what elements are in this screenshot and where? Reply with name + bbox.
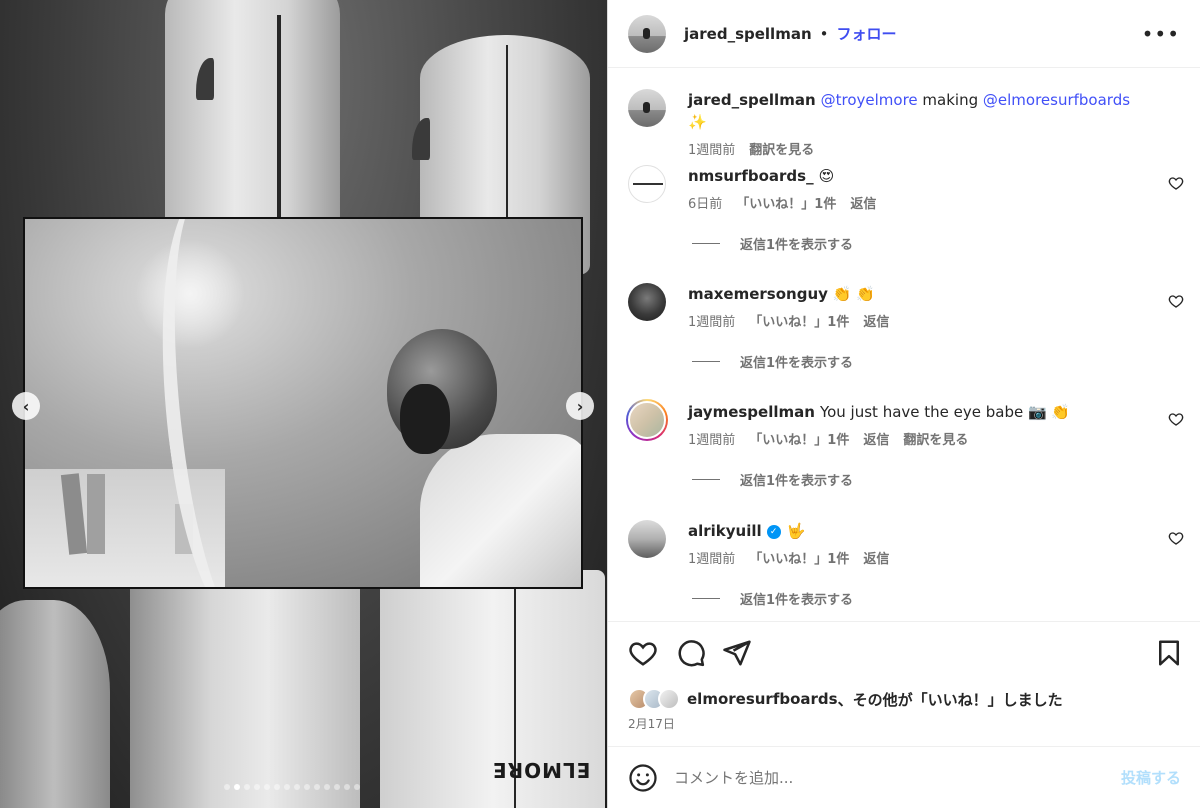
comment-like-heart-icon[interactable] — [1168, 175, 1184, 191]
post-header: jared_spellman • フォロー ••• — [608, 0, 1200, 68]
reply-link[interactable]: 返信 — [850, 193, 876, 212]
view-replies-label: 返信1件を表示する — [740, 238, 854, 253]
view-replies-label: 返信1件を表示する — [740, 356, 854, 371]
previous-photo-button[interactable]: ‹ — [12, 392, 40, 420]
divider — [692, 598, 720, 599]
carousel-dot — [224, 784, 230, 790]
carousel-dot — [304, 784, 310, 790]
timestamp[interactable]: 1週間前 — [688, 311, 735, 330]
carousel-dot — [264, 784, 270, 790]
separator: • — [819, 24, 829, 43]
caption-username[interactable]: jared_spellman — [688, 91, 816, 109]
carousel-dot — [284, 784, 290, 790]
view-replies-button[interactable]: 返信1件を表示する — [688, 589, 1148, 608]
timestamp[interactable]: 6日前 — [688, 193, 722, 212]
post-panel: jared_spellman • フォロー ••• jared_spellman… — [607, 0, 1200, 808]
bookmark-icon[interactable] — [1154, 638, 1184, 668]
comment-like-heart-icon[interactable] — [1168, 411, 1184, 427]
share-icon[interactable] — [722, 638, 752, 668]
author-avatar[interactable] — [628, 14, 666, 53]
commenter-avatar[interactable] — [626, 399, 668, 441]
author-avatar[interactable] — [628, 89, 666, 127]
chevron-left-icon: ‹ — [22, 396, 30, 416]
comment-text: 😍 — [818, 167, 835, 185]
more-options-icon[interactable]: ••• — [1142, 22, 1180, 46]
comment-like-heart-icon[interactable] — [1168, 530, 1184, 546]
mention-link[interactable]: @elmoresurfboards — [983, 91, 1130, 109]
carousel-dot — [314, 784, 320, 790]
comments-list: jared_spellman @troyelmore making @elmore… — [608, 69, 1200, 621]
view-replies-label: 返信1件を表示する — [740, 474, 854, 489]
mention-link[interactable]: @troyelmore — [821, 91, 918, 109]
carousel-dot — [324, 784, 330, 790]
carousel-dot — [334, 784, 340, 790]
story-ring — [626, 399, 668, 441]
comment-username[interactable]: jaymespellman — [688, 403, 815, 421]
surfboard-image — [130, 560, 360, 808]
timestamp[interactable]: 1週間前 — [688, 548, 735, 567]
avatar — [658, 688, 680, 710]
post-date[interactable]: 2月17日 — [628, 715, 675, 732]
comment-text: 👏 👏 — [832, 285, 876, 303]
comment-like-heart-icon[interactable] — [1168, 293, 1184, 309]
sparkles-emoji: ✨ — [688, 113, 707, 131]
like-count[interactable]: 「いいね！」1件 — [749, 311, 849, 330]
add-comment-bar: 投稿する — [608, 746, 1200, 808]
comment-input[interactable] — [674, 768, 1121, 787]
like-count[interactable]: 「いいね！」1件 — [736, 193, 836, 212]
comment-username[interactable]: alrikyuill — [688, 522, 762, 540]
carousel-dot — [234, 784, 240, 790]
reply-link[interactable]: 返信 — [863, 311, 889, 330]
comment-icon[interactable] — [676, 638, 706, 668]
chevron-right-icon: › — [576, 396, 584, 416]
follow-button[interactable]: フォロー — [836, 23, 896, 44]
inset-photo — [23, 217, 583, 589]
liker-username[interactable]: elmoresurfboards — [687, 690, 838, 708]
timestamp[interactable]: 1週間前 — [688, 139, 735, 158]
carousel-dot — [244, 784, 250, 790]
divider — [692, 479, 720, 480]
likes-summary[interactable]: elmoresurfboards 、その他が「いいね！」しました — [628, 688, 1063, 710]
commenter-avatar[interactable] — [628, 520, 666, 558]
reply-link[interactable]: 返信 — [863, 548, 889, 567]
divider — [692, 243, 720, 244]
surfboard-image — [0, 600, 110, 808]
emoji-icon[interactable] — [628, 763, 658, 793]
reply-link[interactable]: 返信 — [863, 429, 889, 448]
comment-username[interactable]: maxemersonguy — [688, 285, 828, 303]
carousel-indicator — [224, 784, 360, 790]
author-username[interactable]: jared_spellman — [684, 25, 812, 43]
likes-text: 、その他が「いいね！」しました — [837, 690, 1063, 709]
view-replies-button[interactable]: 返信1件を表示する — [688, 470, 1148, 489]
caption-text: making — [917, 91, 983, 109]
divider — [692, 361, 720, 362]
like-count[interactable]: 「いいね！」1件 — [749, 548, 849, 567]
post-media: ‹ › ELMORE — [0, 0, 607, 808]
carousel-dot — [354, 784, 360, 790]
view-replies-button[interactable]: 返信1件を表示する — [688, 234, 1148, 253]
carousel-dot — [294, 784, 300, 790]
view-replies-button[interactable]: 返信1件を表示する — [688, 352, 1148, 371]
translate-link[interactable]: 翻訳を見る — [903, 429, 968, 448]
heart-icon[interactable] — [628, 638, 658, 668]
carousel-dot — [274, 784, 280, 790]
post-comment-button[interactable]: 投稿する — [1121, 767, 1181, 788]
next-photo-button[interactable]: › — [566, 392, 594, 420]
comment-text: 🤟 — [786, 522, 806, 540]
commenter-avatar[interactable] — [628, 283, 666, 321]
brand-logo: ELMORE — [492, 758, 591, 782]
verified-badge-icon: ✓ — [766, 524, 781, 539]
liker-avatars — [628, 688, 680, 710]
comment-text: You just have the eye babe 📷 👏 — [819, 403, 1071, 421]
view-replies-label: 返信1件を表示する — [740, 593, 854, 608]
translate-link[interactable]: 翻訳を見る — [749, 139, 814, 158]
commenter-avatar[interactable] — [628, 165, 666, 203]
timestamp[interactable]: 1週間前 — [688, 429, 735, 448]
like-count[interactable]: 「いいね！」1件 — [749, 429, 849, 448]
carousel-dot — [254, 784, 260, 790]
carousel-dot — [344, 784, 350, 790]
post-actions: elmoresurfboards 、その他が「いいね！」しました 2月17日 — [608, 621, 1200, 746]
comment-username[interactable]: nmsurfboards_ — [688, 167, 814, 185]
